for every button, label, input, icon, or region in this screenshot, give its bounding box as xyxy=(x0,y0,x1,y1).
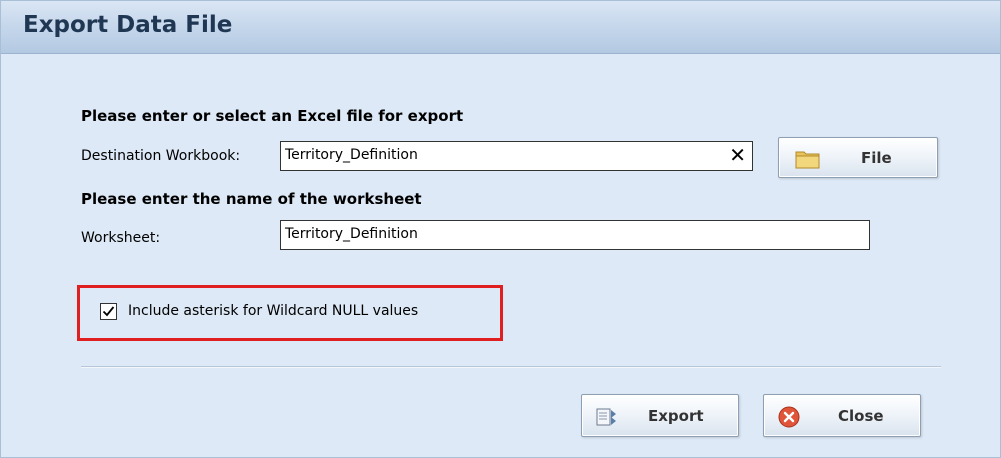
worksheet-field[interactable]: Territory_Definition xyxy=(280,220,870,250)
wildcard-option-highlight: Include asterisk for Wildcard NULL value… xyxy=(77,285,503,341)
wildcard-checkbox-label[interactable]: Include asterisk for Wildcard NULL value… xyxy=(128,303,418,319)
wildcard-checkbox[interactable] xyxy=(100,303,117,320)
export-file-heading: Please enter or select an Excel file for… xyxy=(81,107,464,125)
worksheet-label: Worksheet: xyxy=(81,230,161,246)
export-button-label: Export xyxy=(648,407,704,425)
export-data-file-dialog: Export Data File Please enter or select … xyxy=(0,0,1001,458)
export-icon xyxy=(596,406,622,432)
worksheet-value: Territory_Definition xyxy=(285,226,418,242)
dialog-title: Export Data File xyxy=(23,12,233,38)
file-button[interactable]: File xyxy=(778,137,938,178)
close-circle-icon xyxy=(778,406,800,432)
destination-workbook-label: Destination Workbook: xyxy=(81,148,241,164)
dialog-titlebar: Export Data File xyxy=(1,1,1000,54)
clear-icon[interactable]: ✕ xyxy=(729,144,746,166)
checkmark-icon xyxy=(102,306,115,317)
close-button[interactable]: Close xyxy=(763,394,921,437)
close-button-label: Close xyxy=(838,407,884,425)
worksheet-heading: Please enter the name of the worksheet xyxy=(81,190,422,208)
folder-icon xyxy=(795,149,821,173)
file-button-label: File xyxy=(861,149,892,167)
divider xyxy=(81,366,941,368)
destination-workbook-value: Territory_Definition xyxy=(285,147,418,163)
destination-workbook-field[interactable]: Territory_Definition ✕ xyxy=(280,141,753,171)
export-button[interactable]: Export xyxy=(581,394,739,437)
